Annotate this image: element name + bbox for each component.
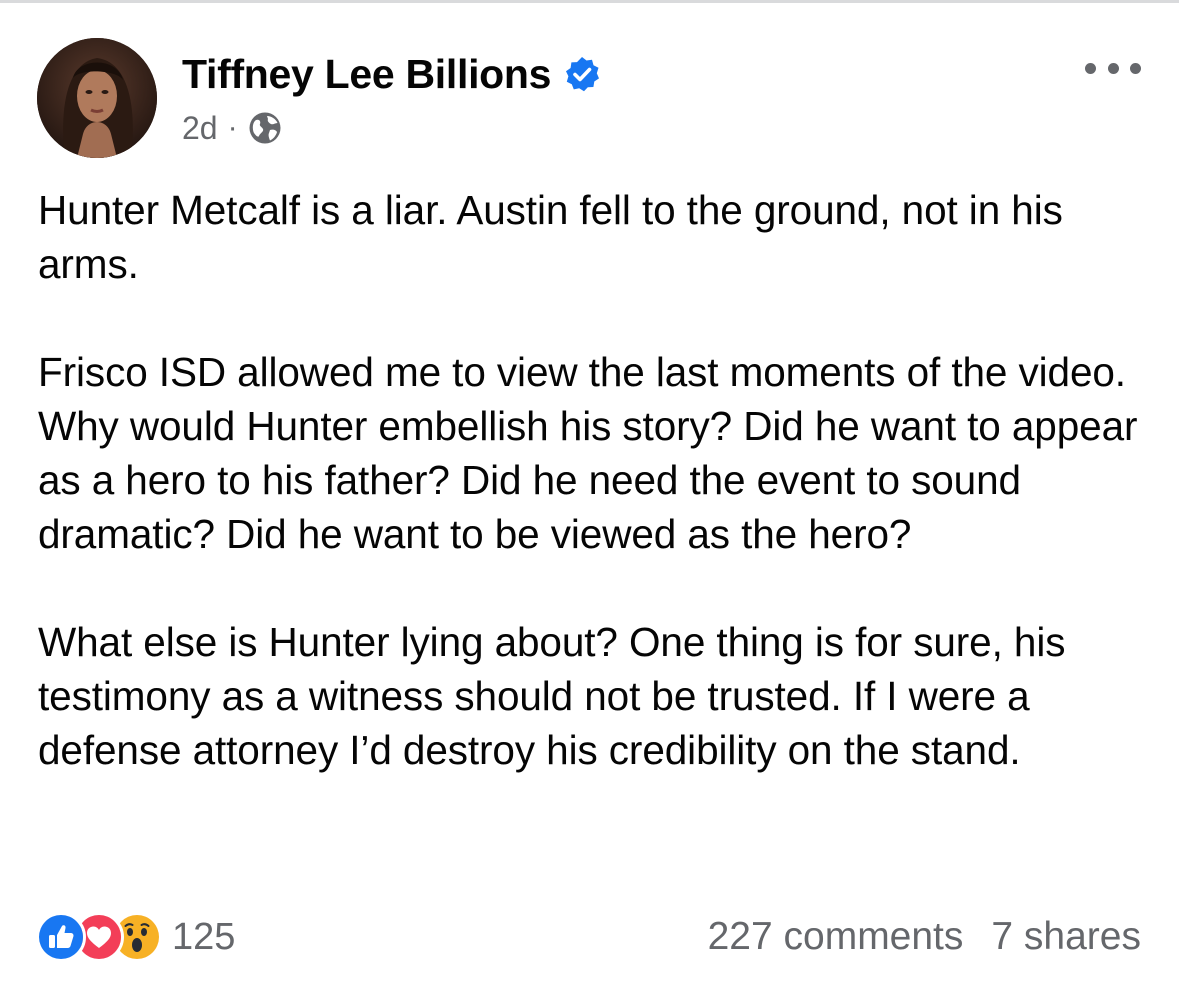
- more-options-icon[interactable]: [1085, 52, 1141, 84]
- reaction-count: 125: [172, 915, 236, 958]
- post-paragraph: Hunter Metcalf is a liar. Austin fell to…: [38, 187, 1074, 287]
- like-icon: [36, 912, 86, 962]
- post-paragraph: What else is Hunter lying about? One thi…: [38, 619, 1077, 773]
- globe-icon[interactable]: [248, 111, 282, 145]
- engagement-stats: 227 comments 7 shares: [708, 912, 1141, 962]
- post-meta: 2d ·: [182, 106, 282, 150]
- verified-badge-icon: [563, 55, 601, 93]
- post-header: Tiffney Lee Billions: [182, 46, 601, 102]
- post-paragraph: Frisco ISD allowed me to view the last m…: [38, 349, 1149, 557]
- post-timestamp[interactable]: 2d: [182, 110, 218, 147]
- avatar[interactable]: [37, 38, 157, 158]
- meta-separator: ·: [227, 111, 238, 144]
- more-dot: [1130, 62, 1141, 74]
- reactions-summary[interactable]: 125: [36, 912, 235, 962]
- comments-count-link[interactable]: 227 comments: [708, 915, 964, 959]
- author-name[interactable]: Tiffney Lee Billions: [182, 51, 551, 98]
- top-divider: [0, 0, 1179, 3]
- shares-count-link[interactable]: 7 shares: [991, 915, 1141, 959]
- post-body: Hunter Metcalf is a liar. Austin fell to…: [38, 183, 1148, 777]
- more-dot: [1085, 62, 1096, 74]
- more-dot: [1107, 62, 1119, 74]
